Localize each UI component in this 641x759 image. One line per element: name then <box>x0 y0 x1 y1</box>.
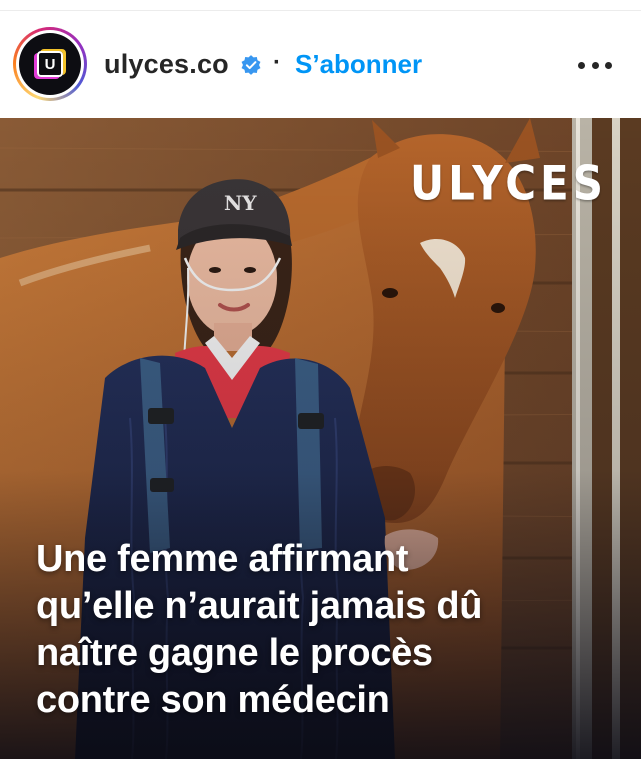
username-link[interactable]: ulyces.co <box>104 49 229 80</box>
separator-dot: · <box>273 49 281 76</box>
avatar-logo-letter: U <box>37 51 63 77</box>
avatar[interactable]: U <box>19 33 81 95</box>
more-options-icon[interactable] <box>578 60 612 70</box>
instagram-post: U ulyces.co · S’abonner ULYCES Une femme… <box>0 0 641 759</box>
post-header: U ulyces.co · S’abonner <box>0 12 641 117</box>
verified-badge-icon <box>241 55 261 75</box>
top-divider <box>0 0 641 11</box>
story-ring[interactable]: U <box>13 27 87 101</box>
post-headline: Une femme affirmant qu’elle n’aurait jam… <box>36 538 483 721</box>
follow-button[interactable]: S’abonner <box>295 49 422 80</box>
post-image[interactable]: NY <box>0 118 641 759</box>
brand-watermark: ULYCES <box>409 156 607 211</box>
